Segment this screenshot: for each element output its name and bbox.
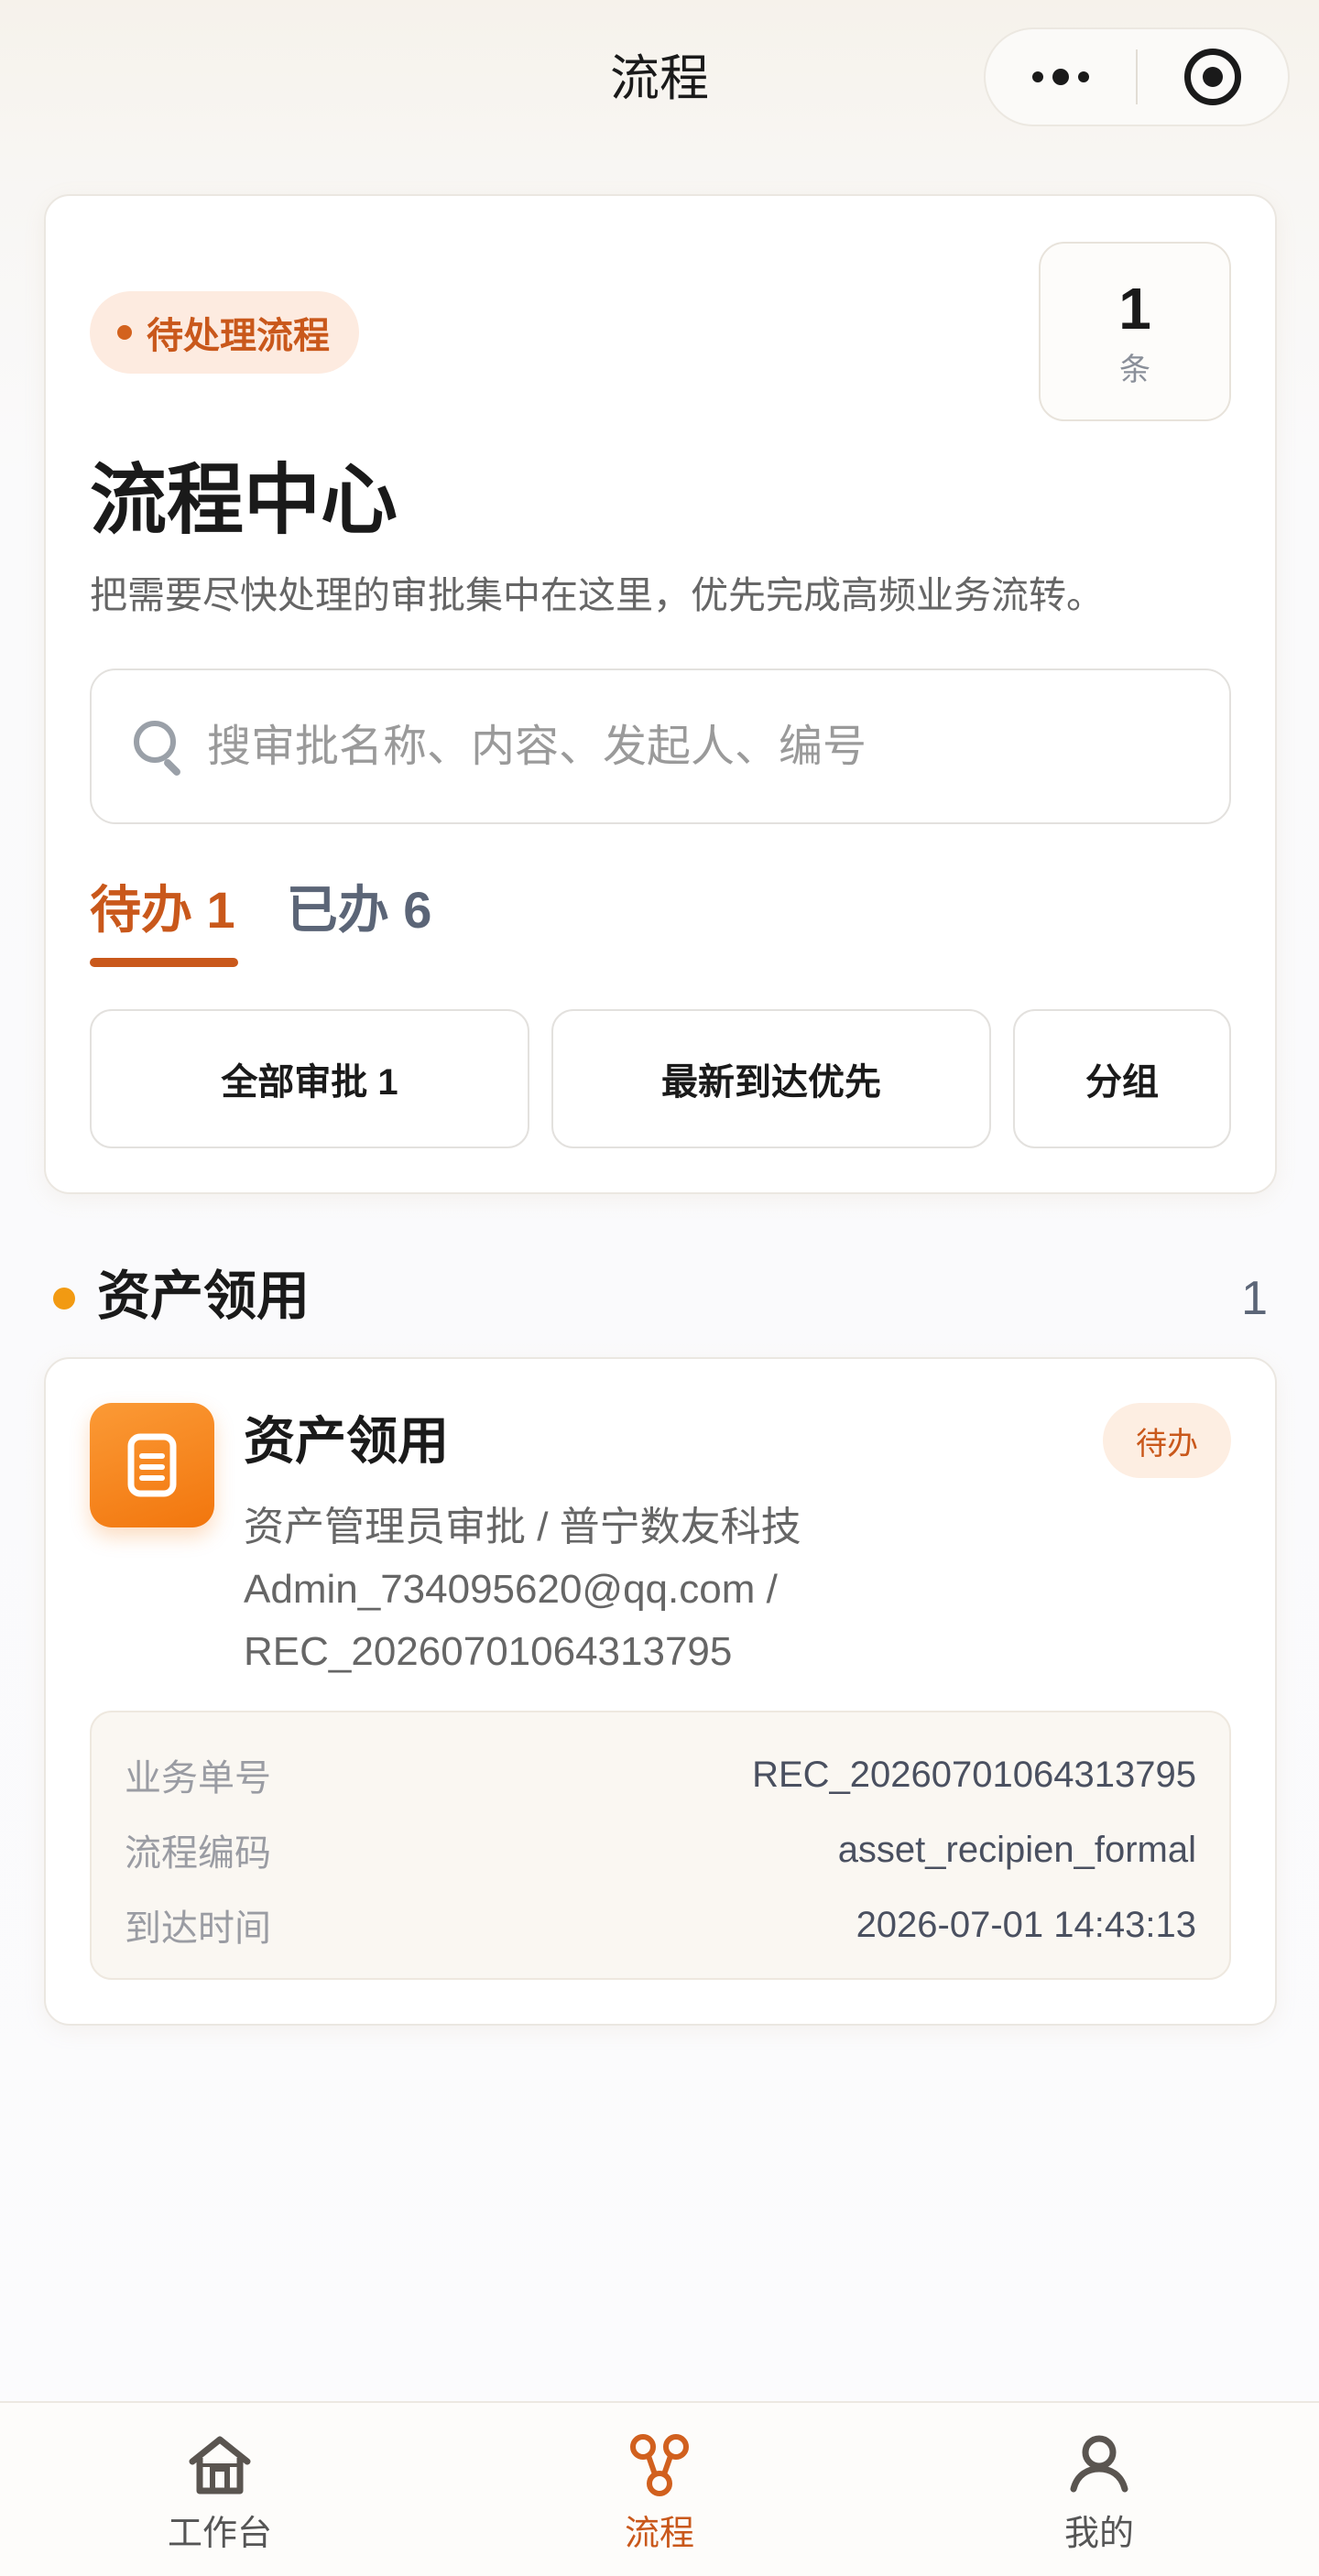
detail-row-arrival-time: 到达时间 2026-07-01 14:43:13 [125, 1897, 1196, 1952]
tabbar-label-mine: 我的 [1063, 2515, 1134, 2553]
pending-badge-label: 待处理流程 [147, 316, 330, 356]
target-icon [1183, 49, 1241, 105]
tab-done-label: 已办 6 [286, 881, 432, 939]
nav-header: 流程 [0, 0, 1319, 160]
search-input[interactable] [205, 720, 1202, 773]
detail-label: 流程编码 [125, 1833, 271, 1874]
tab-done[interactable]: 已办 6 [287, 874, 432, 965]
bottom-tab-bar: 工作台 流程 我的 [0, 2401, 1319, 2576]
tabbar-label-workbench: 工作台 [167, 2515, 272, 2553]
filter-all-approvals-button[interactable]: 全部审批 1 [90, 1009, 529, 1148]
more-dots-icon [1032, 69, 1089, 85]
tab-pending[interactable]: 待办 1 [90, 874, 238, 967]
pending-count: 1 [1118, 276, 1151, 342]
item-subtitle-line: Admin_734095620@qq.com / [244, 1567, 778, 1612]
detail-value: REC_20260701064313795 [752, 1754, 1196, 1795]
status-tabs: 待办 1 已办 6 [90, 874, 432, 967]
approval-item-card[interactable]: 资产领用 待办 资产管理员审批 / 普宁数友科技 Admin_734095620… [44, 1357, 1277, 2026]
section-count: 1 [1241, 1272, 1268, 1325]
section-header: 资产领用 1 [44, 1255, 1277, 1337]
workflow-summary-card: 待处理流程 1 条 流程中心 把需要尽快处理的审批集中在这里，优先完成高频业务流… [44, 194, 1277, 1194]
section-dot-icon [53, 1288, 75, 1310]
filter-bar: 全部审批 1 最新到达优先 分组 [90, 1009, 1231, 1148]
item-title: 资产领用 [244, 1412, 449, 1470]
item-subtitle-line: REC_20260701064313795 [244, 1629, 733, 1674]
sort-latest-button[interactable]: 最新到达优先 [551, 1009, 991, 1148]
detail-label: 业务单号 [125, 1758, 271, 1799]
item-subtitle-line: 资产管理员审批 / 普宁数友科技 [244, 1505, 801, 1549]
page: 流程 待处理流程 1 条 流程中心 把需要尽快处理的审批集中在这里，优先完成高频… [0, 0, 1319, 2576]
detail-row-process-code: 流程编码 asset_recipien_formal [125, 1822, 1196, 1877]
search-icon [130, 717, 189, 777]
group-button[interactable]: 分组 [1013, 1009, 1231, 1148]
section-title: 资产领用 [97, 1266, 311, 1326]
tabbar-item-workbench[interactable]: 工作台 [0, 2403, 440, 2576]
home-icon [183, 2429, 256, 2502]
item-subtitle: 资产管理员审批 / 普宁数友科技 Admin_734095620@qq.com … [244, 1496, 1068, 1683]
user-icon [1063, 2429, 1136, 2502]
detail-row-business-no: 业务单号 REC_20260701064313795 [125, 1747, 1196, 1802]
tabbar-item-mine[interactable]: 我的 [879, 2403, 1319, 2576]
item-detail-box: 业务单号 REC_20260701064313795 流程编码 asset_re… [90, 1711, 1231, 1980]
active-tab-indicator [90, 958, 238, 967]
document-icon [90, 1403, 214, 1527]
mini-program-capsule [984, 27, 1290, 126]
pending-dot-icon [117, 325, 132, 340]
tabbar-item-workflow[interactable]: 流程 [440, 2403, 879, 2576]
close-miniprogram-button[interactable] [1138, 27, 1288, 126]
tabbar-label-workflow: 流程 [624, 2515, 694, 2553]
status-badge: 待办 [1103, 1403, 1231, 1478]
pending-count-box: 1 条 [1039, 242, 1231, 421]
more-button[interactable] [986, 27, 1136, 126]
detail-value: asset_recipien_formal [837, 1829, 1196, 1870]
workflow-center-title: 流程中心 [90, 457, 398, 543]
pending-count-unit: 条 [1119, 353, 1150, 387]
pending-badge: 待处理流程 [90, 291, 359, 374]
detail-value: 2026-07-01 14:43:13 [856, 1904, 1196, 1945]
search-box[interactable] [90, 668, 1231, 824]
tab-pending-label: 待办 1 [90, 881, 235, 939]
workflow-center-description: 把需要尽快处理的审批集中在这里，优先完成高频业务流转。 [90, 574, 1104, 616]
workflow-icon [623, 2429, 696, 2502]
detail-label: 到达时间 [125, 1908, 271, 1949]
